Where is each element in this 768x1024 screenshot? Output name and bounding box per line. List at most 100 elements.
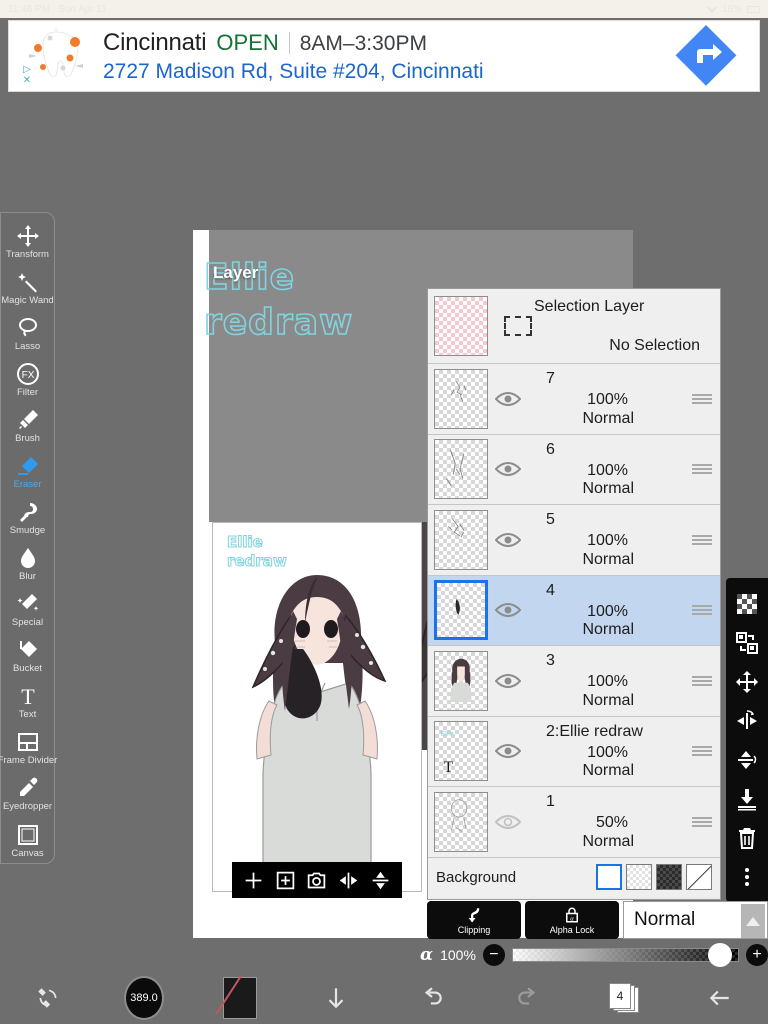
layer-drag-handle[interactable] [684,392,720,406]
opacity-decrease-button[interactable]: − [482,944,505,966]
tool-special[interactable]: Special [0,588,55,633]
selection-status: No Selection [609,337,700,354]
opacity-slider-row[interactable]: α 100% − + [420,940,768,970]
swap-rotate-icon[interactable] [732,628,762,658]
trash-icon[interactable] [732,823,762,853]
layer-blend-mode: Normal [582,409,634,427]
opacity-slider-knob[interactable] [708,943,732,967]
layer-drag-handle[interactable] [684,533,720,547]
advertisement-banner[interactable]: ▷ ✕ Cincinnati OPEN 8AM–3:30PM 2727 Madi… [8,20,760,92]
layer-visibility-toggle[interactable] [488,673,528,689]
background-row[interactable]: Background [428,857,720,897]
layer-thumbnail[interactable] [434,791,488,852]
brush-icon [15,408,41,432]
back-button[interactable] [672,972,768,1024]
table-row[interactable]: 7 100% Normal [428,364,720,435]
background-light-checker-swatch[interactable] [626,864,652,890]
layer-visibility-toggle[interactable] [488,743,528,759]
layer-name: 5 [546,511,555,528]
move-arrows-icon[interactable] [732,667,762,697]
selection-layer-thumbnail[interactable] [434,296,488,356]
tool-smudge[interactable]: Smudge [0,495,55,540]
layer-thumbnail[interactable] [434,650,488,711]
adchoices-triangle-icon[interactable]: ▷ [23,64,31,75]
add-layer-button[interactable] [242,868,266,892]
duplicate-layer-button[interactable] [273,868,297,892]
table-row[interactable]: 5 100% Normal [428,505,720,576]
pages-stack-icon[interactable]: 4 [609,983,639,1013]
layer-drag-handle[interactable] [684,815,720,829]
table-row[interactable]: 4 100% Normal [428,575,720,646]
redo-button[interactable] [480,972,576,1024]
preview-toolbar[interactable] [232,862,402,898]
background-swatches[interactable] [596,864,712,890]
layer-drag-handle[interactable] [684,603,720,617]
tool-rail[interactable]: Transform Magic Wand Lasso FX Filter Bru… [0,212,57,864]
layer-thumbnail[interactable] [434,509,488,570]
table-row[interactable]: 6 100% Normal [428,434,720,505]
layer-thumbnail[interactable] [434,580,488,641]
bottom-navigation[interactable]: 389.0 4 [0,972,768,1024]
blend-mode-select[interactable]: Normal [623,901,768,939]
table-row[interactable]: Ellie T 2:Ellie redraw 100% Normal [428,716,720,787]
tool-blur[interactable]: Blur [0,542,55,587]
brush-size-button[interactable]: 389.0 [96,972,192,1024]
flip-horizontal-button[interactable] [337,868,361,892]
selection-layer-row[interactable]: Selection Layer No Selection [428,289,720,364]
layer-drag-handle[interactable] [684,674,720,688]
layer-thumbnail[interactable]: Ellie T [434,721,488,782]
download-button[interactable] [288,972,384,1024]
opacity-slider-track[interactable] [511,943,739,967]
flip-vertical-icon[interactable] [732,745,762,775]
alpha-lock-button[interactable]: α Alpha Lock [525,901,619,939]
opacity-increase-button[interactable]: + [746,944,768,966]
flip-vertical-button[interactable] [368,868,392,892]
tool-filter[interactable]: FX Filter [0,357,55,402]
flip-horizontal-icon[interactable] [732,706,762,736]
tool-magic-wand[interactable]: Magic Wand [0,265,55,310]
more-vertical-icon[interactable] [732,862,762,892]
close-x-icon[interactable]: ✕ [23,75,31,86]
tool-bucket[interactable]: Bucket [0,634,55,679]
undo-button[interactable] [384,972,480,1024]
tool-transform[interactable]: Transform [0,219,55,264]
camera-import-button[interactable] [305,868,329,892]
color-chip-icon[interactable] [223,977,257,1019]
clipping-button[interactable]: Clipping [427,901,521,939]
layer-thumbnail[interactable] [434,439,488,500]
background-dark-checker-swatch[interactable] [656,864,682,890]
table-row[interactable]: 3 100% Normal [428,646,720,717]
pages-button[interactable]: 4 [576,972,672,1024]
artwork-preview-panel[interactable]: Ellie redraw [212,522,422,892]
tool-eraser[interactable]: Eraser [0,449,55,494]
background-white-swatch[interactable] [596,864,622,890]
layer-visibility-toggle[interactable] [488,461,528,477]
layer-visibility-toggle[interactable] [488,602,528,618]
layer-visibility-toggle[interactable] [488,532,528,548]
ad-address-link[interactable]: 2727 Madison Rd, Suite #204, Cincinnati [103,60,675,84]
ad-hours: 8AM–3:30PM [299,31,427,55]
layer-drag-handle[interactable] [684,462,720,476]
flip-canvas-button[interactable] [0,972,96,1024]
layer-visibility-toggle[interactable] [488,391,528,407]
table-row[interactable]: 1 50% Normal [428,787,720,858]
tool-eyedropper[interactable]: Eyedropper [0,772,55,817]
adchoices-controls[interactable]: ▷ ✕ [21,64,33,86]
tool-frame-divider[interactable]: Frame Divider [0,726,57,771]
layer-visibility-toggle[interactable] [488,814,528,830]
checkerboard-icon[interactable] [732,589,762,619]
layer-thumbnail[interactable] [434,368,488,429]
layer-actions-strip[interactable] [726,578,768,902]
tool-brush[interactable]: Brush [0,403,55,448]
chevron-up-icon[interactable] [741,904,765,938]
background-none-swatch[interactable] [686,864,712,890]
layer-controls[interactable]: Clipping α Alpha Lock Normal [427,900,768,940]
layers-panel[interactable]: Selection Layer No Selection 7 100% Norm… [427,288,721,900]
tool-lasso[interactable]: Lasso [0,311,55,356]
directions-arrow-icon[interactable] [675,25,737,87]
tool-text[interactable]: T Text [0,680,55,725]
tool-canvas[interactable]: Canvas [0,818,55,863]
merge-down-icon[interactable] [732,784,762,814]
color-swatch-button[interactable] [192,972,288,1024]
layer-drag-handle[interactable] [684,744,720,758]
